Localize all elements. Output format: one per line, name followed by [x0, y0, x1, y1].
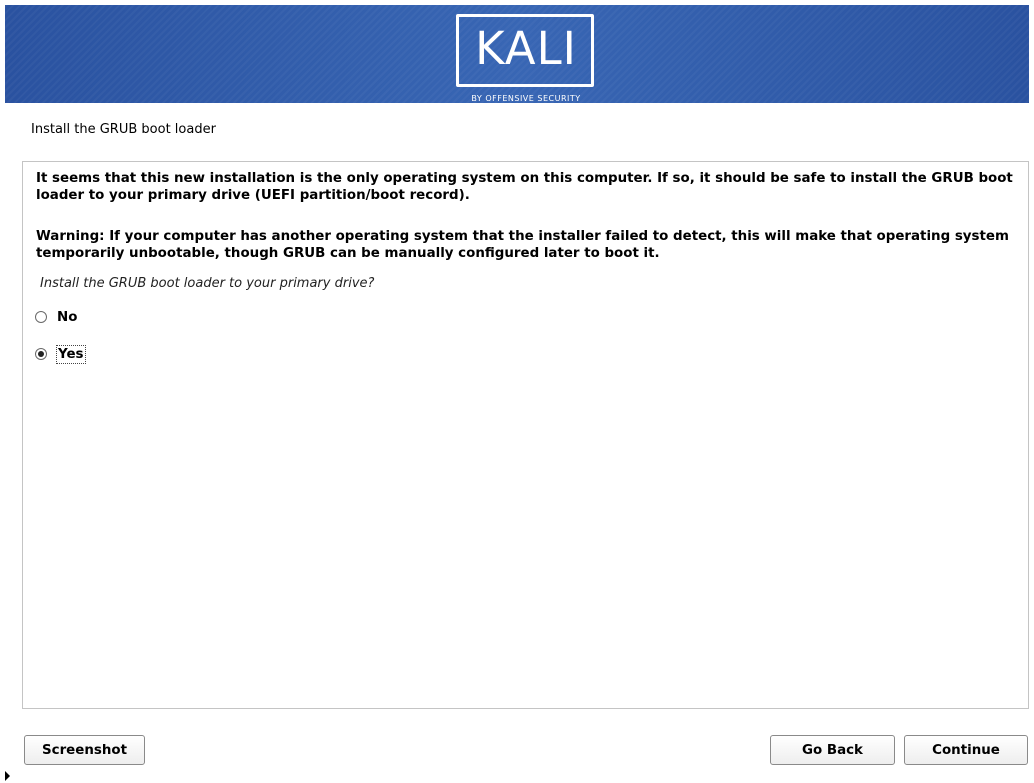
- option-yes-label[interactable]: Yes: [56, 344, 86, 364]
- mouse-cursor-icon: [5, 771, 10, 781]
- go-back-button[interactable]: Go Back: [770, 735, 895, 765]
- logo-text: KALI: [475, 22, 577, 75]
- logo-subtitle: BY OFFENSIVE SECURITY: [471, 94, 581, 103]
- warning-paragraph: Warning: If your computer has another op…: [36, 229, 1009, 261]
- header-banner: KALI BY OFFENSIVE SECURITY: [5, 5, 1029, 103]
- option-no-label[interactable]: No: [56, 309, 78, 326]
- kali-logo: KALI BY OFFENSIVE SECURITY: [454, 14, 598, 106]
- info-paragraph: It seems that this new installation is t…: [36, 171, 1013, 203]
- option-yes[interactable]: Yes: [35, 344, 86, 364]
- continue-button[interactable]: Continue: [904, 735, 1028, 765]
- content-panel: It seems that this new installation is t…: [22, 161, 1029, 709]
- option-no[interactable]: No: [35, 307, 78, 327]
- question-label: Install the GRUB boot loader to your pri…: [40, 276, 375, 291]
- radio-button-yes[interactable]: [35, 348, 47, 360]
- screenshot-button[interactable]: Screenshot: [24, 735, 145, 765]
- page-title: Install the GRUB boot loader: [31, 122, 216, 137]
- radio-button-no[interactable]: [35, 311, 47, 323]
